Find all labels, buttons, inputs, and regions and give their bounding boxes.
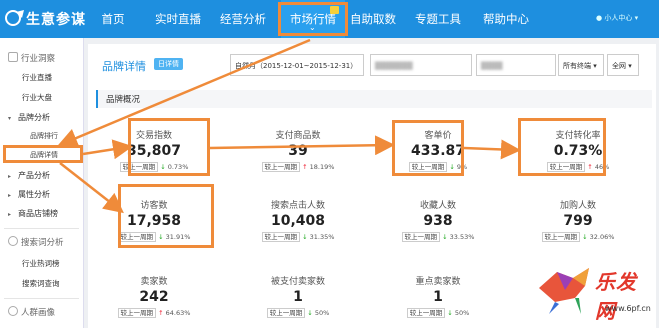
watermark-text: 乐发网 bbox=[595, 270, 637, 323]
sidebar-item-industry-live[interactable]: 行业直播 bbox=[22, 72, 52, 83]
brand-select[interactable]: ███████ bbox=[370, 54, 472, 76]
arrow-down-icon: ↓ bbox=[580, 233, 590, 241]
highlight-box-metric bbox=[118, 184, 214, 248]
arrow-down-icon: ↓ bbox=[440, 233, 450, 241]
metric-card[interactable]: 重点卖家数 1 较上一周期 ↓ 50% bbox=[378, 270, 498, 322]
arrow-down-icon: ↓ bbox=[305, 309, 315, 317]
period-tag[interactable]: 日详情 bbox=[154, 58, 183, 70]
compare-label: 较上一周期 bbox=[117, 308, 157, 318]
sidebar-item-search-query[interactable]: 搜索词查询 bbox=[22, 278, 60, 289]
arrow-up-icon: ↑ bbox=[156, 309, 166, 317]
sidebar-item-brand-ranking[interactable]: 品牌排行 bbox=[30, 131, 58, 141]
sidebar-item-industry-overview[interactable]: 行业大盘 bbox=[22, 92, 52, 103]
nav-tools[interactable]: 专题工具 bbox=[412, 0, 464, 38]
caret-right-icon: ▸ bbox=[8, 192, 12, 199]
people-icon bbox=[8, 306, 18, 316]
page-title: 品牌详情 bbox=[102, 60, 146, 73]
metric-card[interactable]: 支付商品数 39 较上一周期 ↑ 18.19% bbox=[238, 124, 358, 176]
app-name[interactable]: 生意参谋 bbox=[26, 9, 86, 29]
arrow-up-icon: ↑ bbox=[300, 163, 310, 171]
sidebar-item-attribute-analysis[interactable]: ▸ 属性分析 bbox=[8, 189, 50, 200]
caret-right-icon: ▸ bbox=[8, 211, 12, 218]
nav-help[interactable]: 帮助中心 bbox=[478, 0, 534, 38]
compare-label: 较上一周期 bbox=[266, 308, 306, 318]
search-icon bbox=[8, 236, 18, 246]
bull-logo-icon bbox=[539, 268, 589, 314]
metric-value: 1 bbox=[433, 289, 443, 305]
highlight-box-nav bbox=[278, 2, 348, 36]
highlight-box-metric bbox=[518, 118, 606, 176]
compare-label: 较上一周期 bbox=[261, 232, 301, 242]
highlight-box-metric bbox=[392, 120, 464, 176]
metric-compare: 较上一周期 ↑ 64.63% bbox=[94, 307, 214, 318]
platform-select[interactable]: 所有终端 ▾ bbox=[558, 54, 604, 76]
metric-label: 加购人数 bbox=[559, 201, 596, 211]
sidebar-section-industry[interactable]: 行业洞察 bbox=[8, 52, 55, 64]
metric-change: 50% bbox=[454, 309, 470, 317]
metric-card[interactable]: 搜索点击人数 10,408 较上一周期 ↓ 31.35% bbox=[238, 194, 358, 246]
section-header: 品牌概况 bbox=[96, 90, 652, 108]
metric-change: 18.19% bbox=[309, 163, 335, 171]
metric-value: 39 bbox=[288, 143, 308, 159]
arrow-down-icon: ↓ bbox=[300, 233, 310, 241]
metric-compare: 较上一周期 ↓ 33.53% bbox=[378, 231, 498, 242]
user-menu[interactable]: ● 小人中心 ▾ bbox=[596, 13, 638, 23]
nav-self-service[interactable]: 自助取数 bbox=[350, 0, 396, 38]
metric-value: 242 bbox=[139, 289, 169, 305]
metric-value: 1 bbox=[293, 289, 303, 305]
highlight-box-metric bbox=[128, 118, 210, 176]
caret-right-icon: ▸ bbox=[8, 173, 12, 180]
watermark-logo: 乐发网 www.6pf.cn bbox=[535, 258, 653, 324]
metric-change: 31.35% bbox=[309, 233, 335, 241]
nav-home[interactable]: 首页 bbox=[95, 0, 131, 38]
rocket-logo-icon bbox=[5, 10, 24, 26]
metric-compare: 较上一周期 ↓ 50% bbox=[378, 307, 498, 318]
scope-select[interactable]: 全网 ▾ bbox=[607, 54, 639, 76]
metric-label: 卖家数 bbox=[140, 277, 168, 287]
compare-label: 较上一周期 bbox=[401, 232, 441, 242]
industry-icon bbox=[8, 52, 18, 62]
compare-label: 较上一周期 bbox=[261, 162, 301, 172]
metric-compare: 较上一周期 ↑ 18.19% bbox=[238, 161, 358, 172]
metric-change: 50% bbox=[314, 309, 330, 317]
watermark-url: www.6pf.cn bbox=[605, 304, 651, 313]
category-select[interactable]: ████ bbox=[476, 54, 556, 76]
metric-change: 33.53% bbox=[449, 233, 475, 241]
metric-card[interactable]: 收藏人数 938 较上一周期 ↓ 33.53% bbox=[378, 194, 498, 246]
metric-card[interactable]: 被支付卖家数 1 较上一周期 ↓ 50% bbox=[238, 270, 358, 322]
sidebar-divider bbox=[4, 228, 79, 229]
metric-value: 938 bbox=[423, 213, 453, 229]
metric-label: 被支付卖家数 bbox=[270, 277, 325, 287]
metric-change: 32.06% bbox=[589, 233, 615, 241]
sidebar: 行业洞察 行业直播 行业大盘 ▾ 品牌分析 品牌排行 品牌详情 ▸ 产品分析 ▸ 属性… bbox=[0, 38, 84, 328]
metric-value: 10,408 bbox=[270, 213, 326, 229]
compare-label: 较上一周期 bbox=[406, 308, 446, 318]
metric-compare: 较上一周期 ↓ 31.35% bbox=[238, 231, 358, 242]
sidebar-item-brand-analysis[interactable]: ▾ 品牌分析 bbox=[8, 112, 50, 123]
highlight-box-sidebar bbox=[3, 145, 83, 163]
sidebar-divider bbox=[4, 298, 79, 299]
nav-operations[interactable]: 经营分析 bbox=[215, 0, 271, 38]
metric-value: 799 bbox=[563, 213, 593, 229]
metric-label: 收藏人数 bbox=[419, 201, 456, 211]
sidebar-item-product-analysis[interactable]: ▸ 产品分析 bbox=[8, 170, 50, 181]
nav-realtime[interactable]: 实时直播 bbox=[150, 0, 206, 38]
metric-label: 重点卖家数 bbox=[415, 277, 461, 287]
arrow-down-icon: ↓ bbox=[445, 309, 455, 317]
metric-card[interactable]: 卖家数 242 较上一周期 ↑ 64.63% bbox=[94, 270, 214, 322]
sidebar-item-hot-words[interactable]: 行业热词榜 bbox=[22, 258, 60, 269]
sidebar-item-store-ranking[interactable]: ▸ 商品店铺榜 bbox=[8, 208, 58, 219]
metric-compare: 较上一周期 ↓ 50% bbox=[238, 307, 358, 318]
sidebar-section-search[interactable]: 搜索词分析 bbox=[8, 236, 64, 248]
metric-change: 64.63% bbox=[165, 309, 191, 317]
metric-label: 支付商品数 bbox=[275, 131, 321, 141]
metric-compare: 较上一周期 ↓ 32.06% bbox=[518, 231, 638, 242]
sidebar-section-persona[interactable]: 人群画像 bbox=[8, 306, 55, 318]
compare-label: 较上一周期 bbox=[541, 232, 581, 242]
caret-down-icon: ▾ bbox=[8, 115, 12, 122]
date-range-picker[interactable]: 自然月（2015-12-01~2015-12-31） bbox=[230, 54, 364, 76]
metric-label: 搜索点击人数 bbox=[270, 201, 325, 211]
metric-card[interactable]: 加购人数 799 较上一周期 ↓ 32.06% bbox=[518, 194, 638, 246]
